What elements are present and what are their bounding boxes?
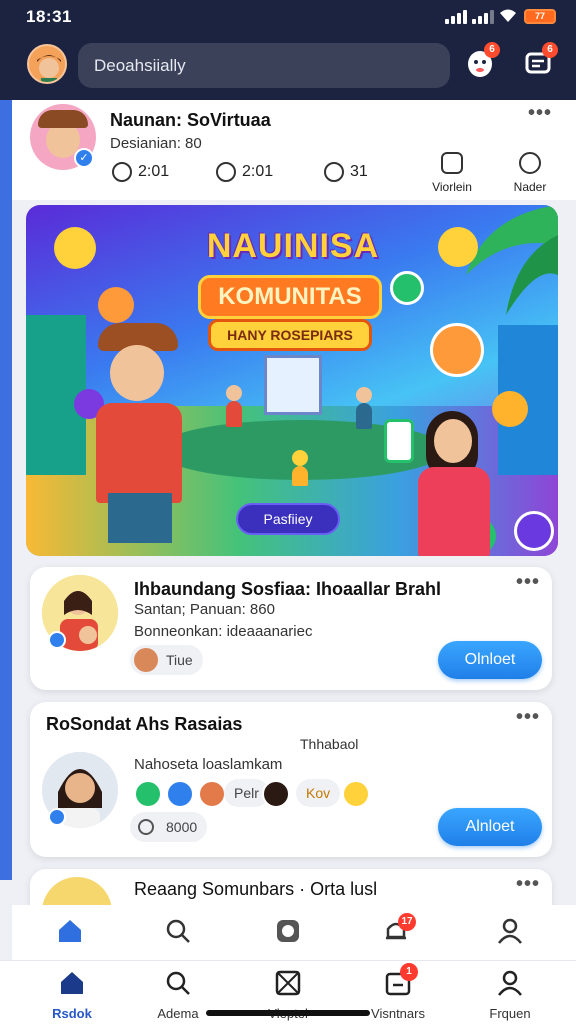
card-more-icon[interactable]: ••• — [516, 706, 540, 729]
tab-label: Frquen — [489, 1006, 531, 1021]
nav-profile[interactable] — [470, 917, 550, 950]
save-action[interactable]: Nader — [500, 152, 560, 194]
nav-search[interactable] — [138, 917, 218, 950]
like-stat[interactable]: 2:01 — [112, 162, 169, 182]
share-stat[interactable]: 31 — [324, 162, 368, 182]
search-icon — [166, 919, 190, 943]
battery-icon: 77 — [524, 9, 556, 24]
post-header: ✓ Naunan: SoVirtuaa Desianian: 80 ••• 2:… — [12, 100, 576, 200]
alerts-button[interactable]: 6 — [464, 42, 500, 82]
messages-badge: 6 — [542, 42, 558, 58]
nav-notifications[interactable]: 17 — [356, 913, 436, 950]
search-icon — [166, 971, 190, 995]
card-title: Reaang Somunbars · Orta lusl — [134, 879, 378, 899]
banner-subtitle: KOMUNITAS — [198, 275, 382, 319]
gallery-icon — [275, 970, 301, 996]
member-avatar — [198, 780, 226, 808]
left-edge-accent — [0, 100, 12, 880]
tab-home[interactable]: Rsdok — [32, 969, 112, 1021]
avatar-bubble-icon — [430, 323, 484, 377]
tab-inbox[interactable]: 1 Visntnars — [358, 963, 438, 1021]
search-placeholder: Deoahsiially — [94, 56, 186, 75]
card-meta-2: Bonneonkan: ideaaanariec — [134, 623, 313, 640]
community-badge-icon — [48, 808, 66, 826]
card-more-icon[interactable]: ••• — [516, 873, 540, 896]
top-bar: 18:31 77 Deoahsiially 6 6 — [0, 0, 576, 100]
banner-cta-button[interactable]: Pasfiiey — [236, 503, 340, 535]
emoji-icon — [342, 780, 370, 808]
cellular-signal-2-icon — [472, 10, 494, 24]
verified-icon: ✓ — [74, 148, 94, 168]
author-name[interactable]: Naunan: SoVirtuaa — [110, 110, 271, 131]
bookmark-icon — [519, 152, 541, 174]
share-icon — [324, 162, 344, 182]
post-more-icon[interactable]: ••• — [528, 102, 552, 125]
banner-tagline: HANY ROSEPIARS — [208, 319, 372, 351]
nav-home[interactable] — [30, 917, 110, 950]
card-title: Ihbaundang Sosfiaa: Ihoaallar Brahl — [134, 579, 442, 599]
home-icon — [61, 972, 83, 994]
card-more-icon[interactable]: ••• — [516, 571, 540, 594]
emoji-bubble-icon — [98, 287, 134, 323]
person-icon — [498, 918, 522, 944]
card-title: RoSondat Ahs Rasaias — [46, 714, 243, 734]
tab-label: Rsdok — [52, 1006, 92, 1021]
record-icon — [277, 920, 299, 942]
swap-bubble-icon — [514, 511, 554, 551]
music-bubble-icon — [390, 271, 424, 305]
messages-button[interactable]: 6 — [522, 42, 558, 82]
card-meta: Nahoseta loaslamkam — [134, 756, 283, 773]
tab-bar-top: 17 — [12, 905, 576, 960]
community-card[interactable]: RoSondat Ahs Rasaias Thhabaol ••• Nahose… — [30, 702, 552, 857]
author-subtitle: Desianian: 80 — [110, 135, 202, 152]
house-illustration — [264, 355, 322, 415]
tab-label: Visntnars — [371, 1006, 425, 1021]
like-icon — [112, 162, 132, 182]
view-action[interactable]: Viorlein — [422, 152, 482, 194]
member-avatar — [262, 780, 290, 808]
search-input[interactable]: Deoahsiially — [78, 43, 450, 88]
small-kid-character — [226, 385, 242, 427]
alerts-badge: 6 — [484, 42, 500, 58]
join-button[interactable]: Alnloet — [438, 808, 542, 846]
member-avatar — [166, 780, 194, 808]
notification-badge: 17 — [398, 913, 416, 931]
home-indicator — [206, 1010, 370, 1016]
card-chip[interactable]: Tiue — [130, 645, 203, 675]
small-kid-character — [292, 450, 308, 486]
inbox-badge: 1 — [400, 963, 418, 981]
my-avatar[interactable] — [27, 44, 67, 84]
nav-record[interactable] — [248, 917, 328, 950]
chip-avatar-icon — [134, 648, 158, 672]
status-time: 18:31 — [26, 7, 72, 26]
card-chip[interactable]: 8000 — [130, 812, 208, 842]
emoji-bubble-icon — [54, 227, 96, 269]
community-badge-icon — [48, 631, 66, 649]
member-avatar — [134, 780, 162, 808]
status-bar: 18:31 77 — [0, 0, 576, 34]
emoji-bubble-icon — [438, 227, 478, 267]
comment-icon — [216, 162, 236, 182]
tab-profile[interactable]: Frquen — [470, 969, 550, 1021]
small-kid-character — [356, 387, 372, 429]
cellular-signal-icon — [445, 10, 467, 24]
home-icon — [59, 920, 81, 942]
community-card[interactable]: Ihbaundang Sosfiaa: Ihoaallar Brahl Sant… — [30, 567, 552, 690]
community-banner[interactable]: NAUINISA KOMUNITAS HANY ROSEPIARS Pasfii… — [26, 205, 558, 556]
person-icon — [498, 970, 522, 996]
comment-stat[interactable]: 2:01 — [216, 162, 273, 182]
video-icon — [441, 152, 463, 174]
note-bubble-icon — [492, 391, 528, 427]
join-button[interactable]: Olnloet — [438, 641, 542, 679]
wifi-icon — [498, 7, 518, 28]
card-meta: Santan; Panuan: 860 — [134, 601, 275, 618]
card-note: Thhabaol — [300, 736, 359, 752]
tag-pill[interactable]: Kov — [296, 779, 341, 807]
search-small-icon — [138, 819, 154, 835]
phone-icon — [384, 419, 414, 463]
banner-title: NAUINISA — [206, 227, 380, 265]
